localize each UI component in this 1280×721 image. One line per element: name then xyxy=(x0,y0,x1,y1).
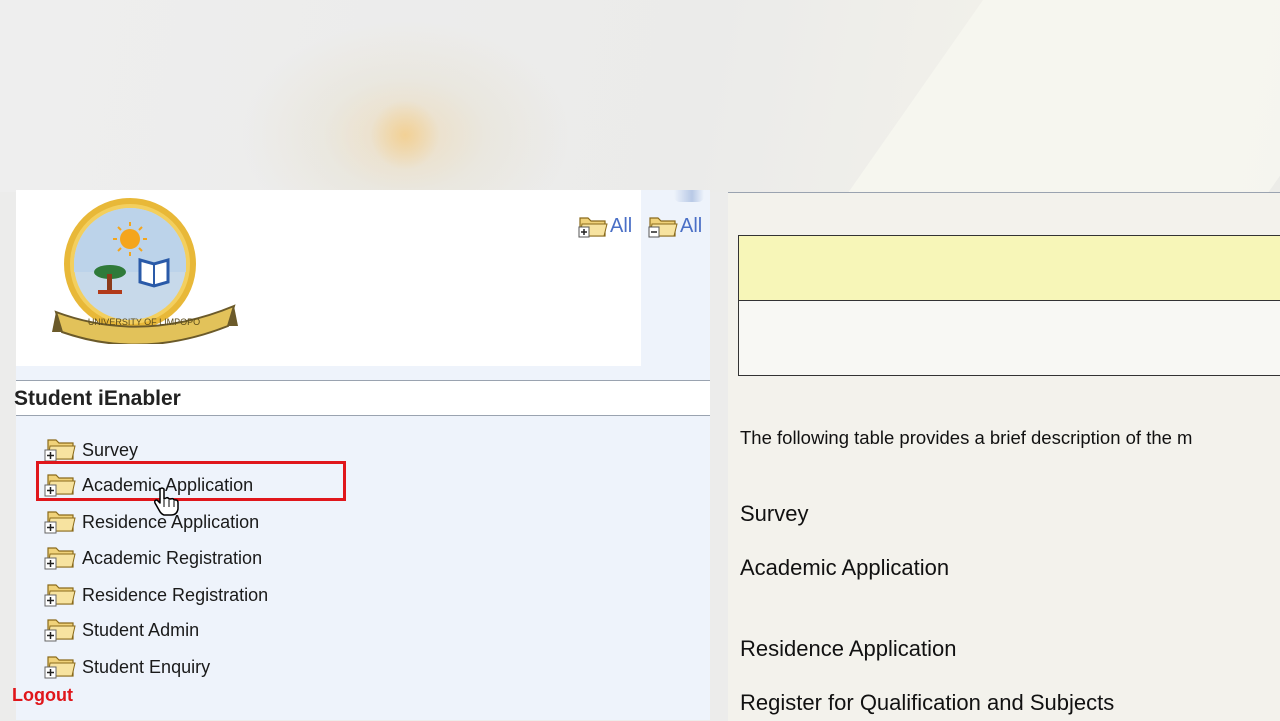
expand-all-button[interactable]: All xyxy=(578,212,632,238)
description-table xyxy=(738,235,1280,376)
collapse-all-label: All xyxy=(680,215,703,237)
sidebar-item-label: Survey xyxy=(82,439,139,460)
table-row xyxy=(739,301,1280,376)
folder-plus-icon[interactable] xyxy=(44,582,76,608)
selection-highlight xyxy=(36,461,346,501)
top-strip-decoration xyxy=(674,190,704,202)
table-header-row xyxy=(739,236,1280,301)
page-title: Student iEnabler xyxy=(14,387,181,410)
content-frame: The following table provides a brief des… xyxy=(728,192,1280,721)
sidebar-item-student-admin[interactable]: Student Admin xyxy=(44,615,199,645)
sidebar-item-label: Student Enquiry xyxy=(82,656,211,677)
sidebar-item-academic-registration[interactable]: Academic Registration xyxy=(44,543,262,573)
folder-plus-icon[interactable] xyxy=(44,437,76,463)
module-name: Survey xyxy=(740,501,809,526)
logout-link[interactable]: Logout xyxy=(12,685,73,706)
sidebar-item-label: Academic Registration xyxy=(82,547,263,568)
folder-plus-icon[interactable] xyxy=(44,545,76,571)
background-stripe xyxy=(828,0,1280,192)
university-logo: UNIVERSITY OF LIMPOPO xyxy=(52,198,238,344)
background-banner xyxy=(0,0,1280,192)
app-title-bar: Student iEnabler xyxy=(14,380,710,416)
svg-text:UNIVERSITY OF LIMPOPO: UNIVERSITY OF LIMPOPO xyxy=(88,317,200,327)
module-name: Residence Application xyxy=(740,636,957,661)
logo-area: UNIVERSITY OF LIMPOPO xyxy=(16,190,641,366)
folder-minus-icon xyxy=(648,217,678,238)
folder-plus-icon xyxy=(578,217,608,238)
collapse-all-button[interactable]: All xyxy=(648,212,702,238)
sidebar-item-residence-registration[interactable]: Residence Registration xyxy=(44,580,268,610)
sidebar-item-label: Student Admin xyxy=(82,619,200,640)
module-name: Academic Application xyxy=(740,555,950,580)
sidebar-item-student-enquiry[interactable]: Student Enquiry xyxy=(44,652,210,682)
sidebar-item-label: Residence Registration xyxy=(82,584,269,605)
folder-plus-icon[interactable] xyxy=(44,654,76,680)
expand-all-label: All xyxy=(610,215,633,237)
intro-text: The following table provides a brief des… xyxy=(740,427,1193,448)
hand-cursor-icon xyxy=(154,487,179,516)
folder-plus-icon[interactable] xyxy=(44,509,76,535)
folder-plus-icon[interactable] xyxy=(44,617,76,643)
navigation-frame: UNIVERSITY OF LIMPOPO All All Student iE… xyxy=(12,190,710,720)
module-name: Register for Qualification and Subjects xyxy=(740,690,1115,715)
background-sun-watermark xyxy=(370,100,440,170)
